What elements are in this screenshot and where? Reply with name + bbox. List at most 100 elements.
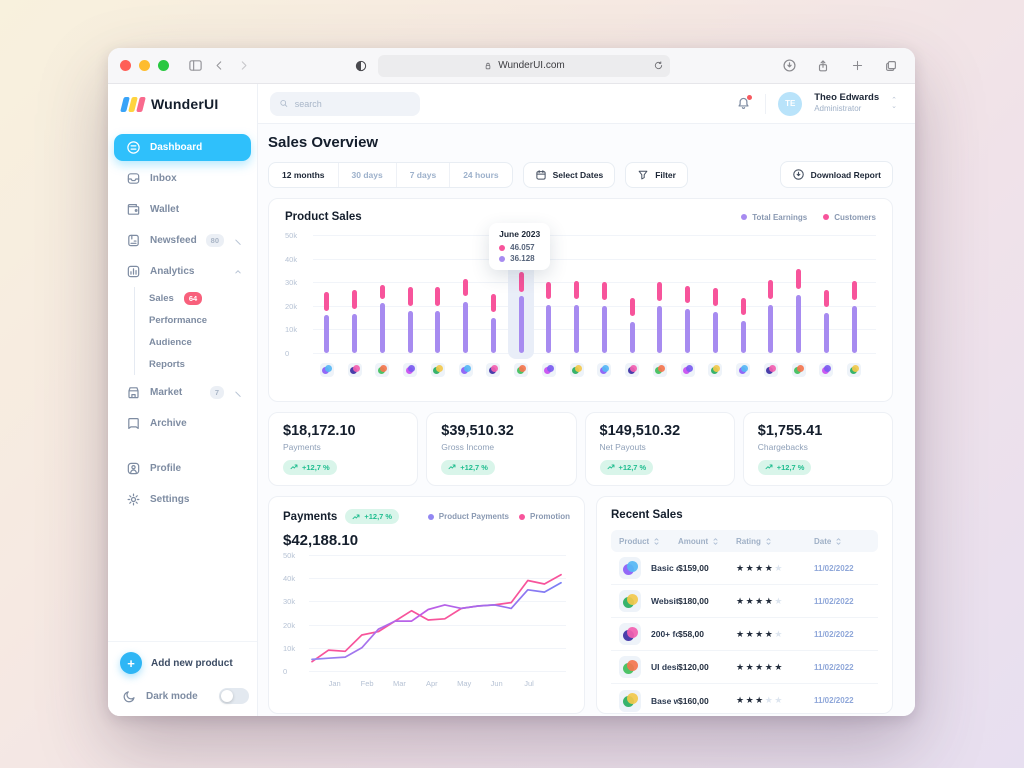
search-input[interactable] <box>295 99 411 109</box>
bar-customers[interactable] <box>741 298 746 316</box>
chevron-up-icon[interactable] <box>233 267 243 277</box>
bar-customers[interactable] <box>463 279 468 297</box>
search-box[interactable] <box>270 92 420 116</box>
notifications-button[interactable] <box>733 94 753 114</box>
tab-overview-icon[interactable] <box>879 55 903 77</box>
address-bar[interactable]: WunderUI.com <box>378 55 670 77</box>
bar-customers[interactable] <box>519 272 524 292</box>
add-new-product-button[interactable]: + Add new product <box>120 652 249 674</box>
refresh-icon[interactable] <box>653 60 664 71</box>
bar-total-earnings[interactable] <box>852 306 857 353</box>
zoom-window-button[interactable] <box>158 60 169 71</box>
sidebar-item-analytics[interactable]: Analytics <box>114 258 251 285</box>
table-row[interactable]: Basic design guideline$159,00★★★★★11/02/… <box>611 552 878 585</box>
bar-customers[interactable] <box>574 281 579 299</box>
sort-icon[interactable] <box>765 537 772 546</box>
bar-customers[interactable] <box>824 290 829 307</box>
bar-total-earnings[interactable] <box>685 309 690 353</box>
sidebar-toggle-icon[interactable] <box>183 55 207 77</box>
bar-total-earnings[interactable] <box>380 303 385 353</box>
bar-customers[interactable] <box>768 280 773 299</box>
minimize-window-button[interactable] <box>139 60 150 71</box>
dark-mode-toggle[interactable] <box>219 688 249 704</box>
bar-total-earnings[interactable] <box>574 305 579 353</box>
sort-icon[interactable] <box>712 537 719 546</box>
sidebar-item-inbox[interactable]: Inbox <box>114 165 251 192</box>
line-series-promotion[interactable] <box>312 575 561 662</box>
bar-customers[interactable] <box>380 285 385 299</box>
select-dates-button[interactable]: Select Dates <box>523 162 616 188</box>
bar-customers[interactable] <box>352 290 357 309</box>
bar-customers[interactable] <box>491 294 496 312</box>
sidebar-item-archive[interactable]: Archive <box>114 410 251 437</box>
sidebar-item-settings[interactable]: Settings <box>114 486 251 513</box>
bar-customers[interactable] <box>630 298 635 317</box>
bar-total-earnings[interactable] <box>741 321 746 353</box>
bar-total-earnings[interactable] <box>324 315 329 353</box>
sort-icon[interactable] <box>653 537 660 546</box>
bar-customers[interactable] <box>546 282 551 299</box>
downloads-icon[interactable] <box>777 55 801 77</box>
bar-total-earnings[interactable] <box>796 295 801 353</box>
download-report-button[interactable]: Download Report <box>780 161 893 188</box>
sidebar-subitem-sales[interactable]: Sales64 <box>135 287 251 309</box>
bar-customers[interactable] <box>408 287 413 306</box>
close-window-button[interactable] <box>120 60 131 71</box>
sidebar-subitem-performance[interactable]: Performance <box>135 309 251 331</box>
sidebar-item-dashboard[interactable]: Dashboard <box>114 134 251 161</box>
bar-customers[interactable] <box>852 281 857 300</box>
product-sales-bar-chart[interactable]: 50k40k30k20k10k0June 202346.05736.128 <box>285 227 876 385</box>
column-header-date[interactable]: Date <box>814 537 870 546</box>
column-header-rating[interactable]: Rating <box>736 537 814 546</box>
bar-total-earnings[interactable] <box>768 305 773 353</box>
bar-total-earnings[interactable] <box>713 312 718 353</box>
range-tab-30-days[interactable]: 30 days <box>338 163 396 187</box>
bar-total-earnings[interactable] <box>463 302 468 353</box>
bar-customers[interactable] <box>685 286 690 304</box>
bar-customers[interactable] <box>713 288 718 306</box>
bar-customers[interactable] <box>602 282 607 300</box>
bar-total-earnings[interactable] <box>630 322 635 353</box>
sidebar-subitem-reports[interactable]: Reports <box>135 353 251 375</box>
bar-total-earnings[interactable] <box>491 318 496 353</box>
sidebar-item-market[interactable]: Market7 <box>114 379 251 406</box>
bar-customers[interactable] <box>435 287 440 306</box>
sidebar-subitem-audience[interactable]: Audience <box>135 331 251 353</box>
table-row[interactable]: UI design kit$120,00★★★★★11/02/2022 <box>611 651 878 684</box>
sidebar-item-profile[interactable]: Profile <box>114 455 251 482</box>
chevron-down-icon[interactable] <box>233 388 243 398</box>
bar-total-earnings[interactable] <box>352 314 357 353</box>
range-tab-7-days[interactable]: 7 days <box>396 163 449 187</box>
sort-icon[interactable] <box>835 537 842 546</box>
bar-total-earnings[interactable] <box>435 311 440 353</box>
table-row[interactable]: Website template$180,00★★★★★11/02/2022 <box>611 585 878 618</box>
brand-logo[interactable]: WunderUI <box>108 84 257 124</box>
column-header-amount[interactable]: Amount <box>678 537 736 546</box>
privacy-shield-icon[interactable] <box>354 59 368 73</box>
bar-customers[interactable] <box>796 269 801 289</box>
chevron-down-icon[interactable] <box>233 236 243 246</box>
bar-total-earnings[interactable] <box>519 296 524 353</box>
share-icon[interactable] <box>811 55 835 77</box>
new-tab-icon[interactable] <box>845 55 869 77</box>
bar-total-earnings[interactable] <box>408 311 413 353</box>
bar-total-earnings[interactable] <box>824 313 829 353</box>
user-menu-chevron-icon[interactable]: ⌃⌄ <box>891 98 897 109</box>
column-header-product[interactable]: Product <box>619 537 678 546</box>
bar-total-earnings[interactable] <box>546 305 551 353</box>
bar-total-earnings[interactable] <box>602 306 607 353</box>
avatar[interactable]: TE <box>778 92 802 116</box>
sidebar-item-wallet[interactable]: Wallet <box>114 196 251 223</box>
sidebar-item-newsfeed[interactable]: Newsfeed80 <box>114 227 251 254</box>
range-tab-24-hours[interactable]: 24 hours <box>449 163 511 187</box>
bar-customers[interactable] <box>324 292 329 311</box>
back-button[interactable] <box>207 55 231 77</box>
table-row[interactable]: 200+ fonts bundle$58,00★★★★★11/02/2022 <box>611 618 878 651</box>
range-tab-12-months[interactable]: 12 months <box>269 163 338 187</box>
payments-line-chart[interactable]: 50k40k30k20k10k0JanFebMarAprMayJunJul <box>283 551 570 691</box>
forward-button[interactable] <box>231 55 255 77</box>
bar-customers[interactable] <box>657 282 662 301</box>
table-row[interactable]: Base wireframe kit$160,00★★★★★11/02/2022 <box>611 684 878 716</box>
bar-total-earnings[interactable] <box>657 306 662 353</box>
filter-button[interactable]: Filter <box>625 162 688 188</box>
